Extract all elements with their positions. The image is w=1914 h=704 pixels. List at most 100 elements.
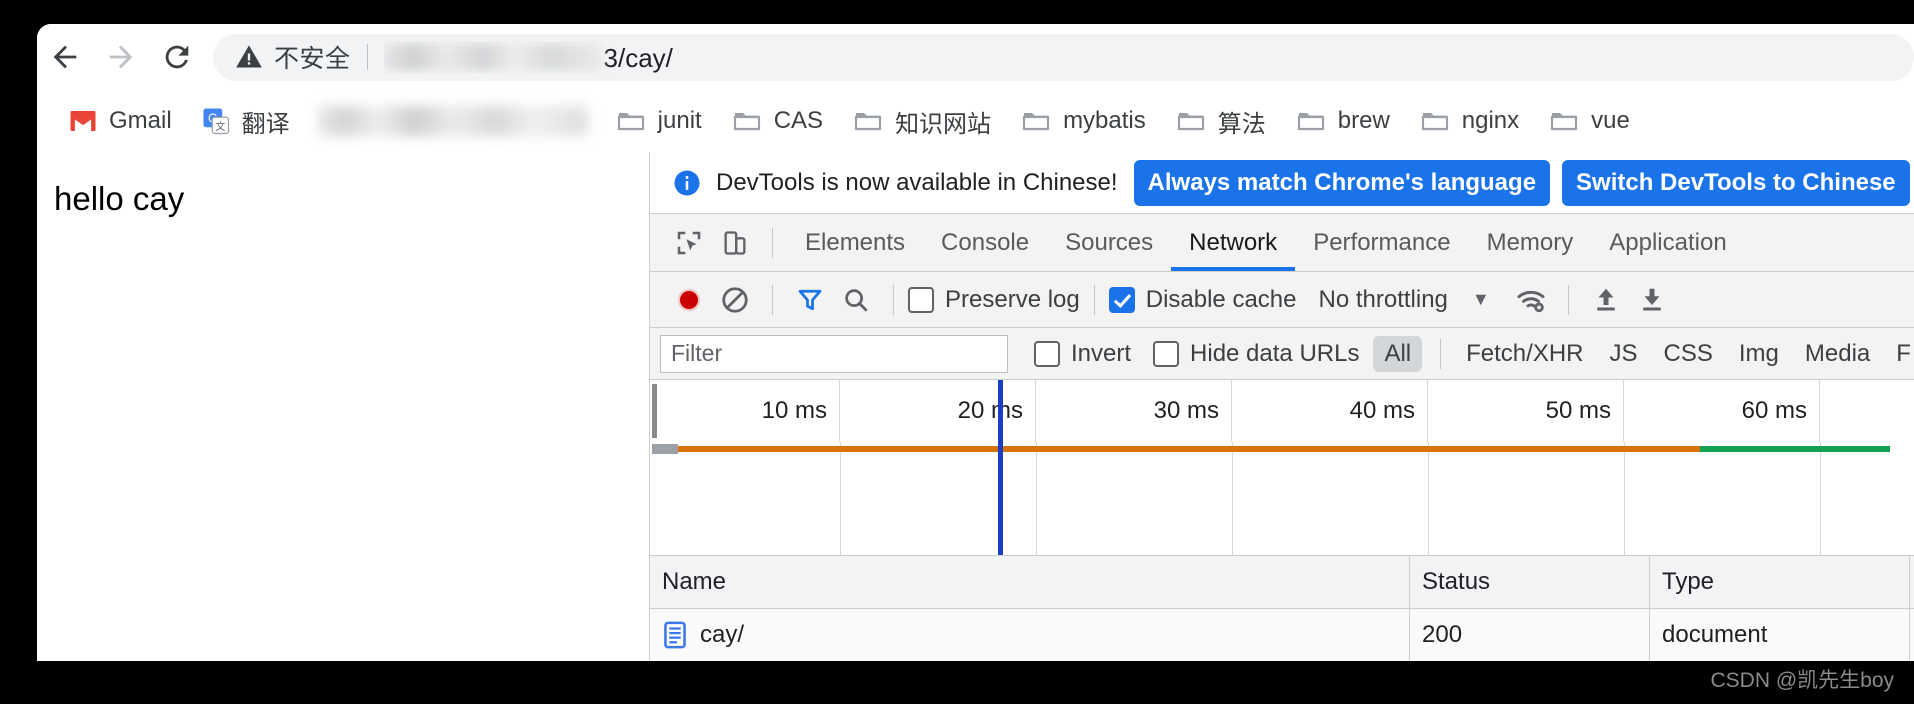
tab-application[interactable]: Application bbox=[1591, 214, 1744, 271]
forward-button[interactable] bbox=[93, 29, 149, 85]
bookmark-nginx[interactable]: nginx bbox=[1410, 99, 1528, 143]
preserve-log-checkbox[interactable]: Preserve log bbox=[908, 286, 1080, 314]
overview-gridline bbox=[1428, 442, 1429, 555]
toolbar-divider-3 bbox=[1093, 284, 1095, 315]
device-toggle-icon bbox=[724, 230, 746, 255]
switch-devtools-to-chinese-button[interactable]: Switch DevTools to Chinese bbox=[1562, 159, 1910, 206]
network-filter-row: Invert Hide data URLs All Fetch/XHR JS C… bbox=[650, 328, 1914, 380]
invert-checkbox[interactable]: Invert bbox=[1034, 340, 1131, 368]
hide-data-urls-label: Hide data URLs bbox=[1190, 339, 1360, 367]
filter-type-font[interactable]: F bbox=[1885, 336, 1914, 372]
preserve-log-label: Preserve log bbox=[945, 285, 1080, 313]
watermark-text: CSDN @凯先生boy bbox=[1710, 669, 1894, 692]
disable-cache-checkbox[interactable]: Disable cache bbox=[1108, 286, 1296, 314]
bookmark-label: junit bbox=[657, 107, 702, 134]
network-conditions-button[interactable] bbox=[1508, 278, 1554, 322]
reload-button[interactable] bbox=[149, 29, 205, 85]
folder-icon bbox=[1177, 113, 1204, 131]
column-header-status[interactable]: Status bbox=[1410, 556, 1650, 608]
bookmarks-redacted-block bbox=[317, 106, 588, 136]
record-button[interactable] bbox=[666, 278, 712, 322]
filter-type-all[interactable]: All bbox=[1373, 335, 1423, 372]
filter-input[interactable] bbox=[660, 334, 1008, 373]
table-row[interactable]: cay/ 200 document bbox=[650, 609, 1914, 661]
toolbar-divider-1 bbox=[772, 284, 773, 315]
tabbar-divider bbox=[772, 227, 773, 258]
tab-performance[interactable]: Performance bbox=[1295, 214, 1468, 271]
device-toolbar-button[interactable] bbox=[712, 221, 758, 265]
address-bar[interactable]: 不安全 3/cay/ bbox=[213, 33, 1914, 81]
clear-icon bbox=[722, 286, 748, 313]
tab-network[interactable]: Network bbox=[1171, 214, 1296, 271]
bookmark-mybatis[interactable]: mybatis bbox=[1011, 99, 1155, 143]
warning-triangle-icon bbox=[236, 45, 262, 68]
clear-button[interactable] bbox=[712, 278, 758, 322]
network-toolbar: Preserve log Disable cache No throttling… bbox=[650, 272, 1914, 328]
bookmark-gmail[interactable]: Gmail bbox=[59, 99, 181, 143]
throttling-select-value[interactable]: No throttling bbox=[1318, 286, 1447, 314]
overview-ruler: 10 ms 20 ms 30 ms 40 ms 50 ms 60 ms bbox=[650, 380, 1914, 442]
network-overview-timeline[interactable]: 10 ms 20 ms 30 ms 40 ms 50 ms 60 ms bbox=[650, 380, 1914, 556]
search-button[interactable] bbox=[833, 278, 879, 322]
forward-arrow-icon bbox=[109, 45, 133, 69]
bookmark-brew[interactable]: brew bbox=[1286, 99, 1399, 143]
tab-memory[interactable]: Memory bbox=[1469, 214, 1592, 271]
tab-sources[interactable]: Sources bbox=[1047, 214, 1171, 271]
folder-icon bbox=[1297, 113, 1324, 131]
tab-elements[interactable]: Elements bbox=[787, 214, 923, 271]
filter-toggle-button[interactable] bbox=[787, 278, 833, 322]
column-header-name[interactable]: Name bbox=[650, 556, 1410, 608]
security-status-label: 不安全 bbox=[274, 45, 351, 73]
search-icon bbox=[845, 288, 868, 312]
import-har-button[interactable] bbox=[1583, 278, 1629, 322]
folder-icon bbox=[617, 113, 644, 131]
overview-gridline bbox=[1820, 442, 1821, 555]
inspect-cursor-icon bbox=[677, 231, 701, 254]
omnibox-divider bbox=[366, 44, 368, 70]
folder-icon bbox=[1551, 113, 1578, 131]
filter-type-css[interactable]: CSS bbox=[1653, 336, 1724, 372]
viewport-split: hello cay DevTools is now available in C… bbox=[37, 152, 1914, 661]
back-button[interactable] bbox=[37, 29, 93, 85]
filter-type-fetch-xhr[interactable]: Fetch/XHR bbox=[1455, 336, 1594, 372]
bookmark-label: Gmail bbox=[109, 107, 172, 134]
toolbar-divider-2 bbox=[893, 284, 894, 315]
disable-cache-box[interactable] bbox=[1108, 286, 1135, 313]
filter-divider bbox=[1440, 338, 1442, 369]
invert-box[interactable] bbox=[1034, 340, 1060, 367]
bookmark-label: 知识网站 bbox=[895, 110, 992, 138]
export-har-button[interactable] bbox=[1629, 278, 1675, 322]
column-header-type[interactable]: Type bbox=[1650, 556, 1910, 608]
devtools-tab-bar: Elements Console Sources Network Perform… bbox=[650, 214, 1914, 272]
browser-window: 不安全 3/cay/ Gmail G bbox=[37, 24, 1914, 661]
preserve-log-box[interactable] bbox=[908, 286, 934, 313]
bookmark-label: CAS bbox=[773, 107, 824, 134]
overview-event-marker bbox=[998, 380, 1003, 555]
chevron-down-icon[interactable]: ▼ bbox=[1472, 289, 1490, 310]
overview-gridline bbox=[1624, 442, 1625, 555]
filter-type-js[interactable]: JS bbox=[1599, 336, 1649, 372]
bookmark-translate[interactable]: G 文 翻译 bbox=[192, 99, 299, 143]
filter-type-media[interactable]: Media bbox=[1794, 336, 1881, 372]
folder-icon bbox=[1421, 113, 1448, 131]
filter-type-img[interactable]: Img bbox=[1728, 336, 1790, 372]
tab-console[interactable]: Console bbox=[923, 214, 1047, 271]
bookmark-junit[interactable]: junit bbox=[606, 99, 711, 143]
hide-data-urls-checkbox[interactable]: Hide data URLs bbox=[1153, 340, 1359, 368]
overview-gridline bbox=[1232, 442, 1233, 555]
overview-left-handle[interactable] bbox=[652, 384, 657, 438]
table-header-row: Name Status Type bbox=[650, 556, 1914, 609]
banner-message: DevTools is now available in Chinese! bbox=[716, 168, 1118, 196]
always-match-chrome-language-button[interactable]: Always match Chrome's language bbox=[1133, 159, 1551, 206]
cell-name[interactable]: cay/ bbox=[650, 609, 1410, 661]
bookmark-algorithms[interactable]: 算法 bbox=[1166, 99, 1275, 143]
bookmark-knowledge-site[interactable]: 知识网站 bbox=[843, 99, 1000, 143]
overview-green-bar bbox=[1700, 446, 1890, 452]
hide-data-urls-box[interactable] bbox=[1153, 340, 1180, 367]
overview-tick: 50 ms bbox=[1428, 380, 1624, 442]
bookmark-cas[interactable]: CAS bbox=[722, 99, 832, 143]
inspect-element-button[interactable] bbox=[666, 221, 712, 265]
web-page-content: hello cay bbox=[37, 152, 649, 661]
folder-icon bbox=[854, 113, 882, 131]
bookmark-vue[interactable]: vue bbox=[1539, 99, 1639, 143]
